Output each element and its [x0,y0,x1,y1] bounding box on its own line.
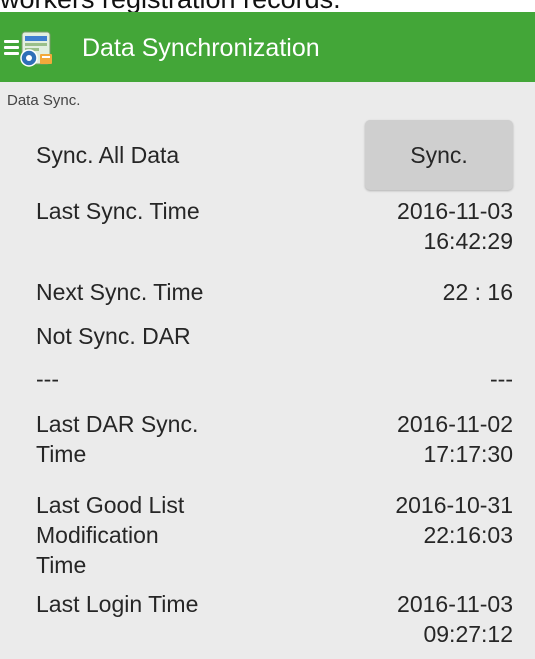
row-label: Last Good List Modification Time [36,492,185,578]
row-label: Not Sync. DAR [36,323,191,349]
sync-all-data-row: Sync. All Data Sync. [36,120,513,190]
row-value: 2016-11-03 09:27:12 [397,591,513,647]
content-area: Data Sync. Sync. All Data Sync. Last Syn… [0,82,535,659]
last-sync-time-row: Last Sync. Time 2016-11-03 16:42:29 [36,196,513,258]
row-value: 2016-11-02 17:17:30 [397,411,513,467]
sync-button[interactable]: Sync. [365,120,513,190]
row-value: 2016-10-31 22:16:03 [395,492,513,548]
next-sync-time-row: Next Sync. Time 22 : 16 [36,277,513,307]
app-title: Data Synchronization [82,34,320,62]
row-label: --- [36,366,59,392]
row-value: --- [490,366,513,392]
last-good-list-modification-time-row: Last Good List Modification Time 2016-10… [36,490,513,582]
app-bar: Data Synchronization [0,12,535,82]
not-sync-dar-row: Not Sync. DAR [36,321,513,351]
row-label: Last Login Time [36,591,199,617]
last-login-time-row: Last Login Time 2016-11-03 09:27:12 [36,589,513,651]
row-label: Last DAR Sync. Time [36,411,199,467]
dar-placeholder-row: --- --- [36,364,513,394]
row-label: Sync. All Data [36,142,180,168]
row-value: 2016-11-03 16:42:29 [397,198,513,254]
row-label: Last Sync. Time [36,198,200,224]
caption-text: workers registration records. [0,0,535,12]
row-value: 22 : 16 [442,279,513,305]
data-sync-app-icon [20,31,52,67]
row-label: Next Sync. Time [36,279,204,305]
section-label: Data Sync. [7,92,81,109]
last-dar-sync-time-row: Last DAR Sync. Time 2016-11-02 17:17:30 [36,409,513,471]
